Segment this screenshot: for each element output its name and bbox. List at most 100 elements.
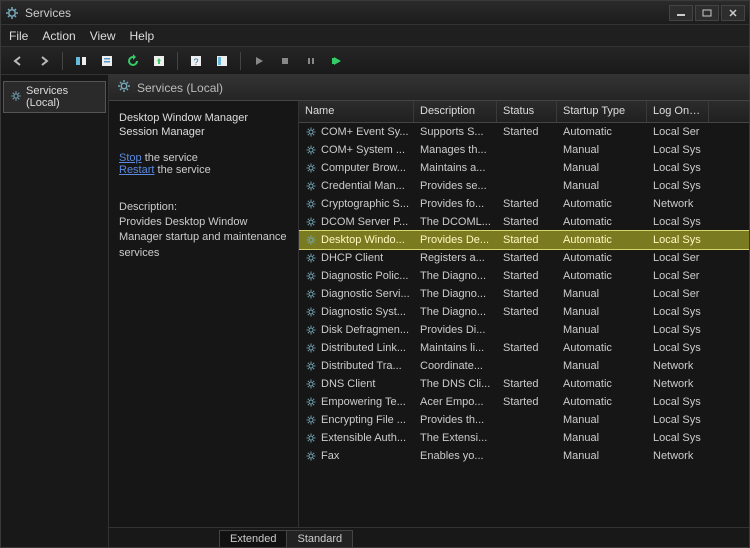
help-button[interactable]: ? [185,50,207,72]
cell-status [497,437,557,439]
table-row[interactable]: Disk Defragmen...Provides Di...ManualLoc… [299,321,749,339]
properties-button[interactable] [96,50,118,72]
nav-tree: Services (Local) [1,75,109,547]
table-row[interactable]: Cryptographic S...Provides fo...StartedA… [299,195,749,213]
table-row[interactable]: DCOM Server P...The DCOML...StartedAutom… [299,213,749,231]
cell-startup: Manual [557,323,647,337]
cell-status: Started [497,233,557,247]
table-row[interactable]: Diagnostic Servi...The Diagno...StartedM… [299,285,749,303]
cell-logon: Local Ser [647,251,709,265]
table-row[interactable]: Distributed Tra...Coordinate...ManualNet… [299,357,749,375]
col-description[interactable]: Description [414,101,497,122]
cell-name: DCOM Server P... [299,215,414,229]
maximize-button[interactable] [695,5,719,21]
col-name[interactable]: Name [299,101,414,122]
cell-logon: Local Ser [647,125,709,139]
cell-startup: Automatic [557,233,647,247]
minimize-button[interactable] [669,5,693,21]
menu-file[interactable]: File [9,29,28,43]
cell-name: DHCP Client [299,251,414,265]
nav-services-local[interactable]: Services (Local) [3,81,106,113]
cell-logon: Local Sys [647,341,709,355]
services-icon [5,6,19,20]
cell-name: Credential Man... [299,179,414,193]
cell-name: Empowering Te... [299,395,414,409]
cell-startup: Automatic [557,125,647,139]
cell-description: The DNS Cli... [414,377,497,391]
table-row[interactable]: Desktop Windo...Provides De...StartedAut… [299,231,749,249]
table-row[interactable]: COM+ Event Sy...Supports S...StartedAuto… [299,123,749,141]
cell-description: The Diagno... [414,305,497,319]
cell-logon: Local Ser [647,287,709,301]
export-button[interactable] [148,50,170,72]
menu-action[interactable]: Action [42,29,75,43]
cell-description: The Diagno... [414,287,497,301]
menu-view[interactable]: View [90,29,116,43]
forward-button[interactable] [33,50,55,72]
cell-name: Diagnostic Polic... [299,269,414,283]
cell-description: Supports S... [414,125,497,139]
pause-service-button[interactable] [300,50,322,72]
table-row[interactable]: Extensible Auth...The Extensi...ManualLo… [299,429,749,447]
toolbar: ? [1,47,749,75]
stop-service-link[interactable]: Stop [119,152,142,164]
cell-description: Manages th... [414,143,497,157]
cell-startup: Manual [557,449,647,463]
menu-help[interactable]: Help [130,29,155,43]
table-row[interactable]: Encrypting File ...Provides th...ManualL… [299,411,749,429]
table-row[interactable]: FaxEnables yo...ManualNetwork [299,447,749,465]
tab-extended[interactable]: Extended [219,530,287,547]
toolbar-separator [62,52,63,70]
cell-status [497,419,557,421]
cell-status: Started [497,395,557,409]
cell-logon: Local Sys [647,395,709,409]
content-header: Services (Local) [109,75,749,101]
col-startup[interactable]: Startup Type [557,101,647,122]
cell-status: Started [497,197,557,211]
show-hide-button[interactable] [70,50,92,72]
cell-description: Provides De... [414,233,497,247]
service-rows[interactable]: COM+ Event Sy...Supports S...StartedAuto… [299,123,749,527]
refresh-button[interactable] [122,50,144,72]
description-text: Provides Desktop Window Manager startup … [119,215,288,261]
cell-startup: Automatic [557,251,647,265]
cell-status [497,455,557,457]
cell-logon: Local Sys [647,431,709,445]
table-row[interactable]: Distributed Link...Maintains li...Starte… [299,339,749,357]
table-row[interactable]: Diagnostic Polic...The Diagno...StartedA… [299,267,749,285]
stop-service-button[interactable] [274,50,296,72]
table-row[interactable]: Computer Brow...Maintains a...ManualLoca… [299,159,749,177]
cell-description: Provides Di... [414,323,497,337]
cell-status [497,365,557,367]
titlebar[interactable]: Services [1,1,749,25]
cell-status [497,167,557,169]
cell-status: Started [497,287,557,301]
cell-startup: Automatic [557,197,647,211]
column-headers: Name Description Status Startup Type Log… [299,101,749,123]
restart-service-link-row: Restart the service [119,164,288,176]
table-row[interactable]: DNS ClientThe DNS Cli...StartedAutomatic… [299,375,749,393]
detail-pane: Desktop Window Manager Session Manager S… [109,101,299,527]
table-row[interactable]: Diagnostic Syst...The Diagno...StartedMa… [299,303,749,321]
table-row[interactable]: COM+ System ...Manages th...ManualLocal … [299,141,749,159]
cell-status: Started [497,215,557,229]
table-row[interactable]: DHCP ClientRegisters a...StartedAutomati… [299,249,749,267]
close-button[interactable] [721,5,745,21]
cell-startup: Manual [557,179,647,193]
tab-standard[interactable]: Standard [286,530,353,547]
selected-service-title: Desktop Window Manager Session Manager [119,111,288,140]
col-status[interactable]: Status [497,101,557,122]
cell-logon: Local Sys [647,413,709,427]
cell-name: Diagnostic Servi... [299,287,414,301]
col-logon[interactable]: Log On As [647,101,709,122]
help2-button[interactable] [211,50,233,72]
view-tabs: Extended Standard [109,527,749,547]
cell-name: Desktop Windo... [299,233,414,247]
table-row[interactable]: Credential Man...Provides se...ManualLoc… [299,177,749,195]
back-button[interactable] [7,50,29,72]
cell-startup: Manual [557,287,647,301]
restart-service-button[interactable] [326,50,348,72]
restart-service-link[interactable]: Restart [119,164,154,176]
table-row[interactable]: Empowering Te...Acer Empo...StartedAutom… [299,393,749,411]
start-service-button[interactable] [248,50,270,72]
